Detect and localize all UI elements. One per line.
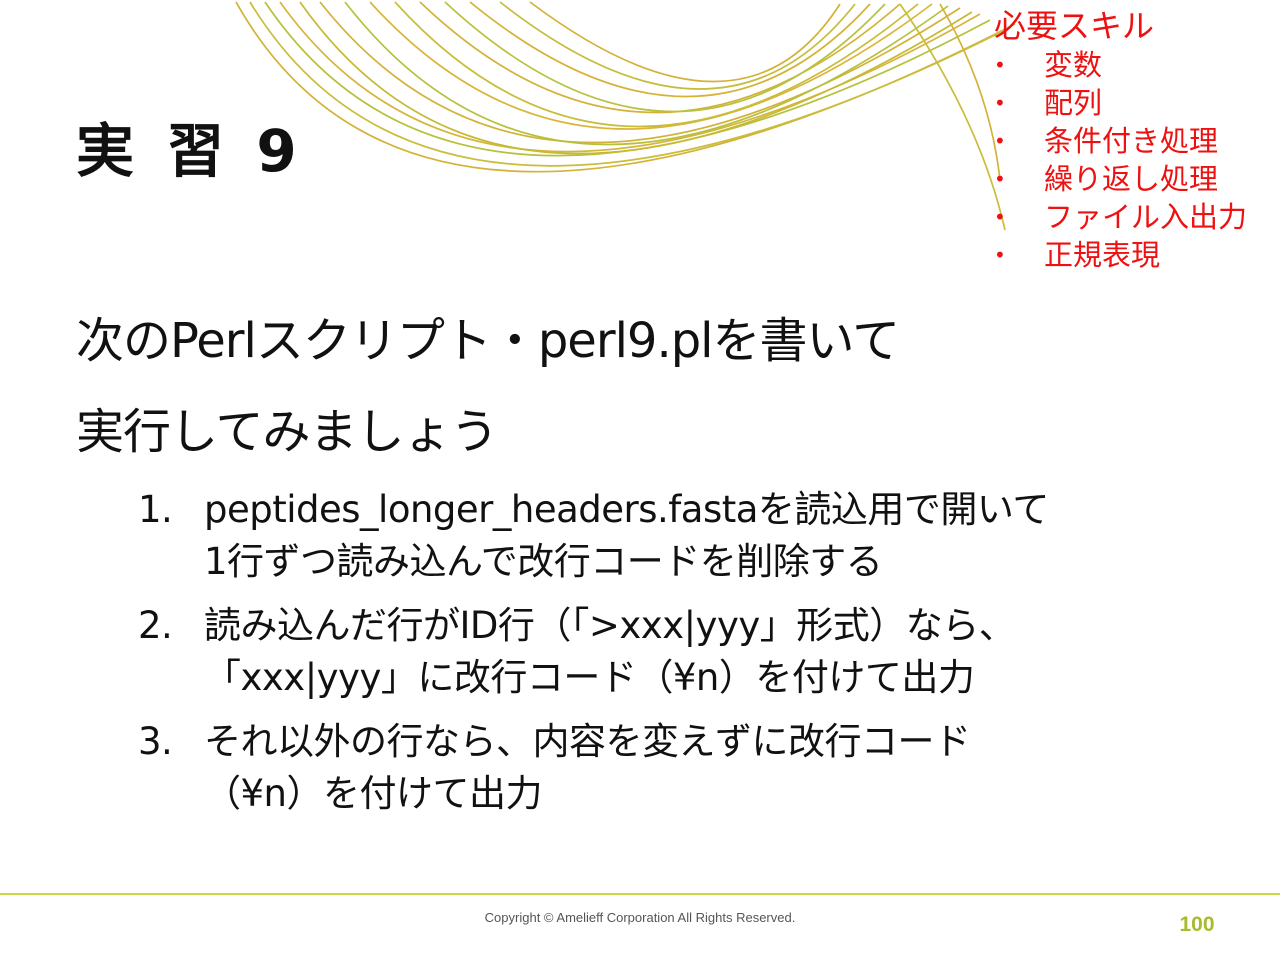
- step-text-line: それ以外の行なら、内容を変えずに改行コード: [204, 720, 971, 763]
- decorative-arc: [419, 1, 901, 114]
- decorative-arc: [369, 1, 933, 130]
- required-skills-panel: 必要スキル • 変数 • 配列 • 条件付き処理 • 繰り返し処理 • ファイル…: [994, 6, 1276, 274]
- decorative-arc: [899, 3, 1006, 231]
- bullet-icon: •: [994, 91, 1006, 115]
- step-text-line: 1行ずつ読み込んで改行コードを削除する: [204, 540, 883, 583]
- step-number: 1.: [138, 488, 173, 531]
- step-item-1: 1. peptides_longer_headers.fastaを読込用で開いて…: [138, 484, 1258, 588]
- copyright-notice: Copyright © Amelieff Corporation All Rig…: [484, 910, 796, 925]
- step-item-2: 2. 読み込んだ行がID行（「>xxx|yyy」形式）なら、 「xxx|yyy」…: [138, 600, 1258, 704]
- footer-divider: [0, 893, 1280, 895]
- step-text-line: peptides_longer_headers.fastaを読込用で開いて: [204, 488, 1049, 531]
- decorative-arc: [939, 3, 1001, 181]
- decorative-arc: [299, 1, 973, 155]
- decorative-arc: [469, 1, 871, 98]
- skill-item-arrays: • 配列: [994, 84, 1276, 122]
- decorative-arc: [319, 1, 961, 144]
- slide-title: 実 習 9: [76, 117, 303, 185]
- bullet-icon: •: [994, 167, 1006, 191]
- bullet-icon: •: [994, 129, 1006, 153]
- skill-item-loops: • 繰り返し処理: [994, 160, 1276, 198]
- skill-item-file-io: • ファイル入出力: [994, 198, 1276, 236]
- required-skills-heading: 必要スキル: [994, 7, 1155, 45]
- decorative-arc: [499, 1, 856, 90]
- skill-item-variables: • 変数: [994, 46, 1276, 84]
- step-text-line: 「xxx|yyy」に改行コード（¥n）を付けて出力: [204, 656, 975, 699]
- decorative-arc: [444, 1, 886, 113]
- bullet-icon: •: [994, 205, 1006, 229]
- decorative-arc: [529, 1, 841, 83]
- step-number: 2.: [138, 604, 173, 647]
- bullet-icon: •: [994, 53, 1006, 77]
- decorative-arc: [264, 1, 991, 157]
- decorative-arc: [235, 1, 1016, 173]
- step-text-line: 読み込んだ行がID行（「>xxx|yyy」形式）なら、: [204, 604, 1016, 647]
- skill-item-regex: • 正規表現: [994, 236, 1276, 274]
- instruction-line: 実行してみましょう: [76, 404, 499, 460]
- decorative-arc: [344, 1, 949, 146]
- exercise-instruction: 次のPerlスクリプト・perl9.plを書いて 実行してみましょう: [76, 296, 1266, 478]
- step-item-3: 3. それ以外の行なら、内容を変えずに改行コード （¥n）を付けて出力: [138, 716, 1258, 820]
- exercise-steps: 1. peptides_longer_headers.fastaを読込用で開いて…: [138, 484, 1258, 832]
- required-skills-list: • 変数 • 配列 • 条件付き処理 • 繰り返し処理 • ファイル入出力 • …: [994, 46, 1276, 274]
- bullet-icon: •: [994, 243, 1006, 267]
- page-number: 100: [1179, 913, 1215, 936]
- instruction-line: 次のPerlスクリプト・perl9.plを書いて: [76, 313, 900, 369]
- step-text-line: （¥n）を付けて出力: [204, 772, 543, 815]
- decorative-arc: [279, 1, 981, 153]
- decorative-arc: [394, 1, 919, 128]
- step-number: 3.: [138, 720, 173, 763]
- decorative-arc: [249, 1, 1006, 167]
- skill-item-conditionals: • 条件付き処理: [994, 122, 1276, 160]
